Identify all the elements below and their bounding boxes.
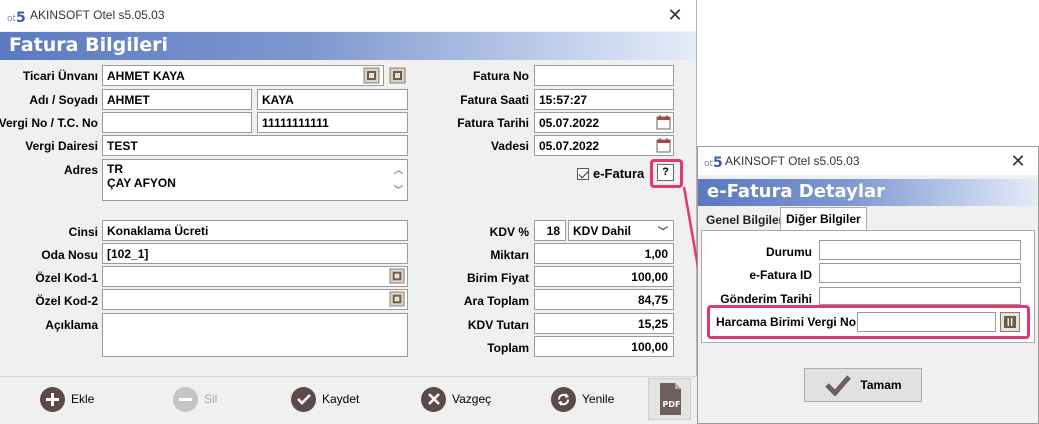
durumu-field[interactable]	[819, 240, 1021, 260]
tamam-label: Tamam	[860, 378, 902, 392]
label-gonderim-tarihi: Gönderim Tarihi	[720, 292, 812, 306]
checkmark-icon	[825, 375, 852, 396]
label-harcama-birimi: Harcama Birimi Vergi No	[716, 315, 857, 329]
pause-icon	[1004, 316, 1016, 328]
harcama-lookup-button[interactable]	[1000, 312, 1020, 332]
harcama-birimi-vergi-no-field[interactable]	[857, 312, 996, 332]
label-durumu: Durumu	[766, 245, 812, 259]
tab-genel-bilgiler[interactable]: Genel Bilgiler	[701, 209, 788, 231]
akinsoft-logo-icon: ot 5	[704, 155, 723, 169]
label-efatura-id: e-Fatura ID	[749, 268, 812, 282]
tamam-button[interactable]: Tamam	[804, 368, 922, 402]
dialog-titlebar: ot 5 AKINSOFT Otel s5.05.03 ✕	[698, 147, 1038, 175]
dialog-close-icon[interactable]: ✕	[998, 147, 1038, 175]
dialog-header: e-Fatura Detaylar	[698, 179, 1038, 206]
svg-text:5: 5	[713, 155, 723, 169]
efatura-detay-dialog: ot 5 AKINSOFT Otel s5.05.03 ✕ e-Fatura D…	[697, 146, 1039, 424]
gonderim-tarihi-field[interactable]	[819, 287, 1021, 305]
dialog-title: e-Fatura Detaylar	[707, 181, 886, 202]
tab-diger-bilgiler[interactable]: Diğer Bilgiler	[780, 207, 867, 231]
dialog-window-title: AKINSOFT Otel s5.05.03	[725, 154, 860, 168]
efatura-id-field[interactable]	[819, 263, 1021, 283]
